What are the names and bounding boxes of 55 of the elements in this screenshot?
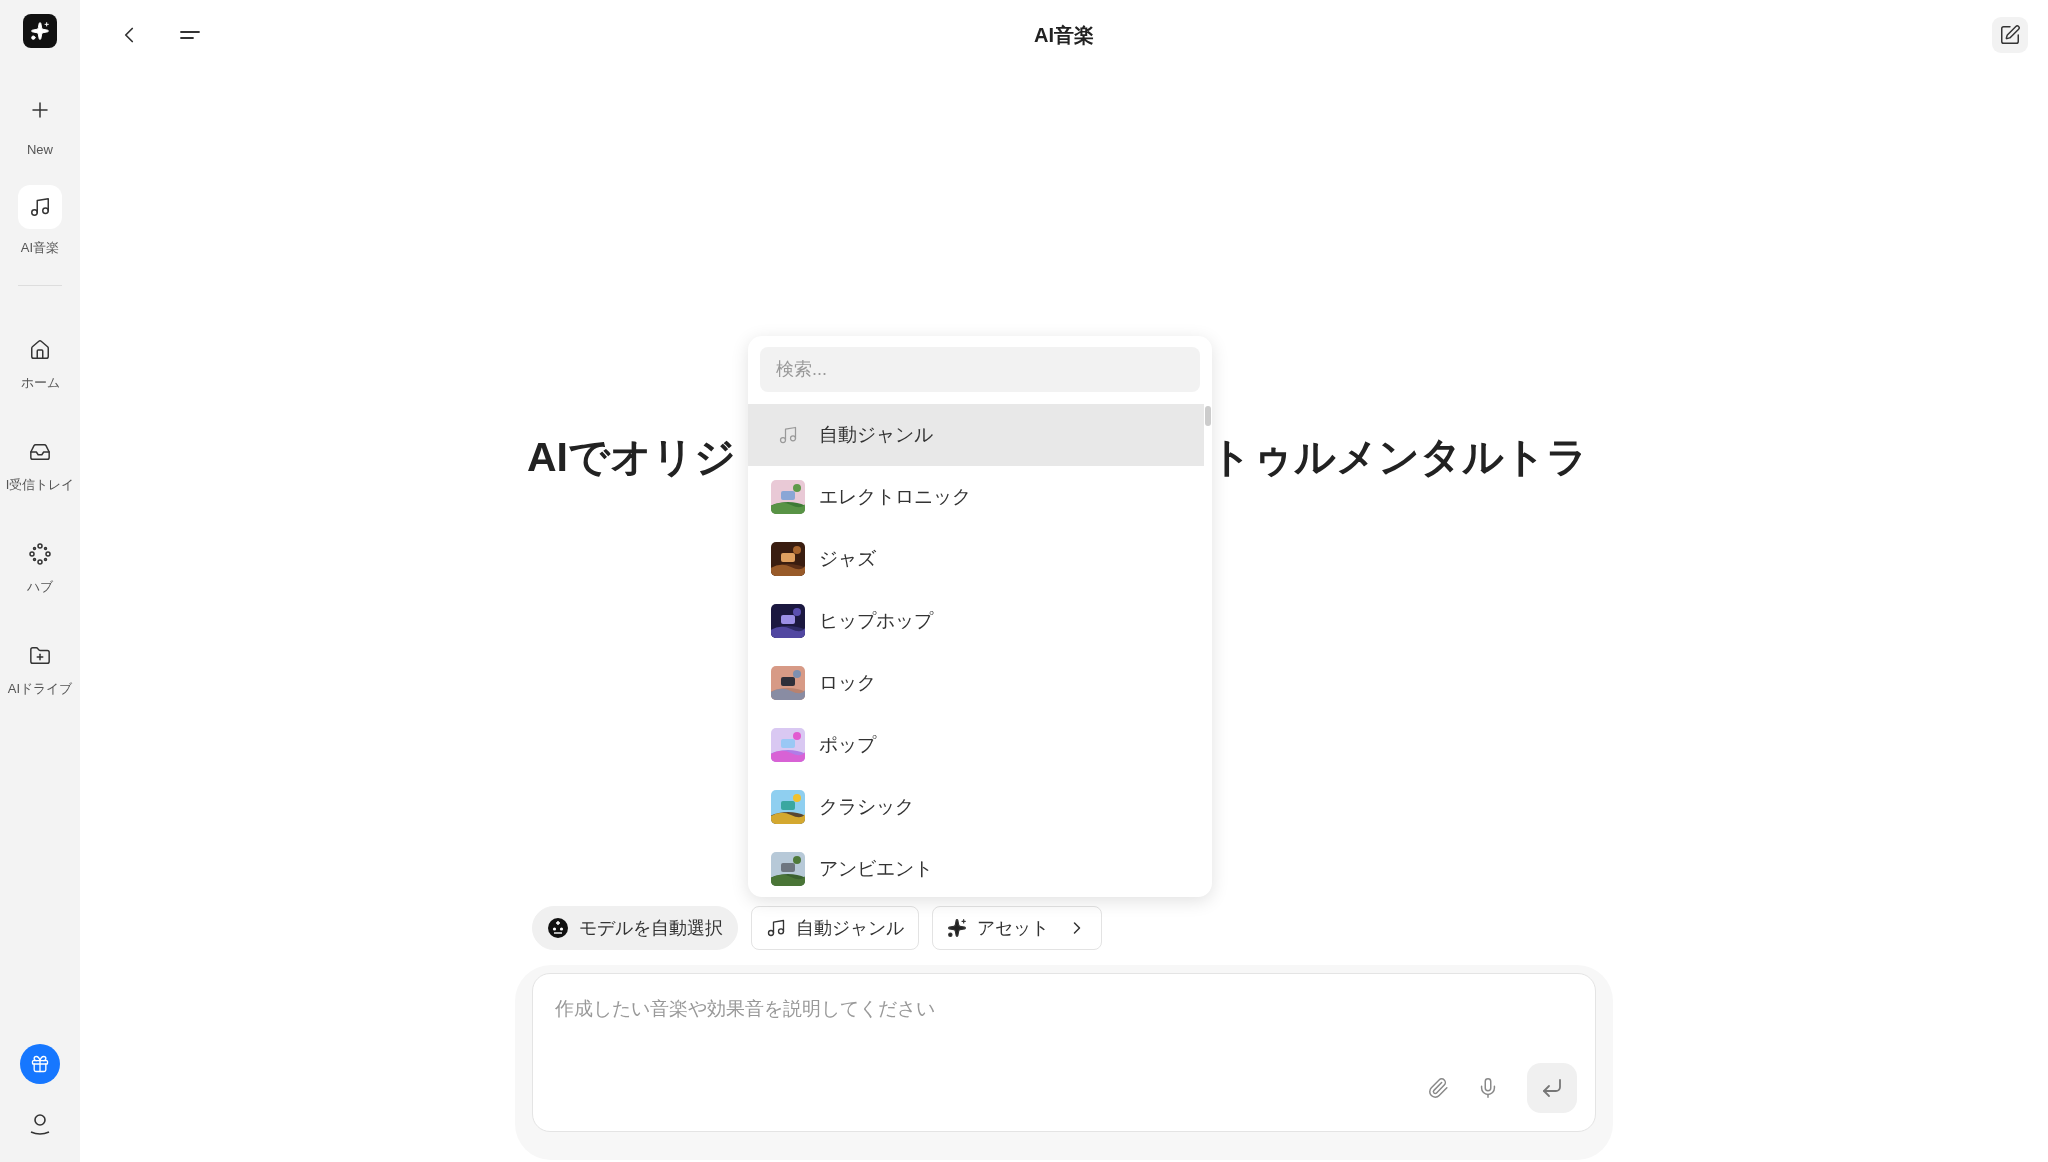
nav-item[interactable]: ハブ bbox=[18, 540, 62, 596]
genre-label: ロック bbox=[819, 671, 876, 695]
nav-label: I受信トレイ bbox=[5, 476, 75, 494]
new-button[interactable]: New bbox=[18, 88, 62, 157]
pen-square-icon bbox=[1999, 24, 2021, 46]
circle-nodes-icon bbox=[28, 542, 52, 566]
heading-text: AIでオリジ bbox=[527, 432, 736, 482]
send-button[interactable] bbox=[1527, 1063, 1577, 1113]
inbox-icon bbox=[29, 441, 51, 463]
genre-label: ヒップホップ bbox=[819, 609, 933, 633]
nav-item[interactable]: AIドライブ bbox=[7, 642, 73, 698]
app-logo[interactable] bbox=[23, 14, 57, 48]
page-title: AI音楽 bbox=[1034, 22, 1094, 48]
sparkles-icon bbox=[947, 918, 967, 938]
new-chat-button[interactable] bbox=[1992, 17, 2028, 53]
genre-label: ジャズ bbox=[819, 547, 876, 571]
paperclip-icon bbox=[1427, 1077, 1449, 1099]
heading-text: トゥルメンタルトラ bbox=[1210, 432, 1588, 482]
profile-button[interactable] bbox=[28, 1112, 52, 1136]
user-icon bbox=[28, 1112, 52, 1136]
music-note-icon bbox=[778, 425, 798, 445]
genre-option[interactable]: ジャズ bbox=[748, 528, 1204, 590]
genre-label: アンビエント bbox=[819, 857, 933, 881]
genre-label: 自動ジャンル bbox=[819, 423, 933, 447]
asset-button[interactable]: アセット bbox=[932, 906, 1102, 950]
genre-option[interactable]: クラシック bbox=[748, 776, 1204, 838]
nav-label: ハブ bbox=[27, 578, 53, 596]
genre-option[interactable]: 自動ジャンル bbox=[748, 404, 1204, 466]
genre-label: クラシック bbox=[819, 795, 914, 819]
gift-button[interactable] bbox=[20, 1044, 60, 1084]
gift-icon bbox=[30, 1054, 50, 1074]
enter-icon bbox=[1540, 1076, 1564, 1100]
scrollbar-thumb[interactable] bbox=[1205, 406, 1211, 426]
nav-item[interactable]: ホーム bbox=[18, 336, 62, 392]
genre-button[interactable]: 自動ジャンル bbox=[751, 906, 919, 950]
genre-option[interactable]: アンビエント bbox=[748, 838, 1204, 897]
attach-button[interactable] bbox=[1427, 1077, 1449, 1099]
folder-icon bbox=[29, 645, 51, 667]
model-select-button[interactable]: モデルを自動選択 bbox=[532, 906, 738, 950]
search-field[interactable]: 検索... bbox=[760, 347, 1200, 392]
genre-label: ポップ bbox=[819, 733, 876, 757]
genre-label: エレクトロニック bbox=[819, 485, 971, 509]
nav-label: ホーム bbox=[20, 374, 60, 392]
robot-face-icon bbox=[547, 917, 569, 939]
nav-label: AIドライブ bbox=[7, 680, 73, 698]
genre-option[interactable]: ロック bbox=[748, 652, 1204, 714]
music-note-icon bbox=[766, 918, 786, 938]
genre-option[interactable]: エレクトロニック bbox=[748, 466, 1204, 528]
genre-option[interactable]: ヒップホップ bbox=[748, 590, 1204, 652]
genre-option[interactable]: ポップ bbox=[748, 714, 1204, 776]
nav-label: AI音楽 bbox=[20, 239, 60, 257]
nav-item[interactable]: I受信トレイ bbox=[5, 438, 75, 494]
home-icon bbox=[29, 339, 51, 361]
nav-label: New bbox=[27, 142, 53, 157]
music-note-icon bbox=[29, 196, 51, 218]
